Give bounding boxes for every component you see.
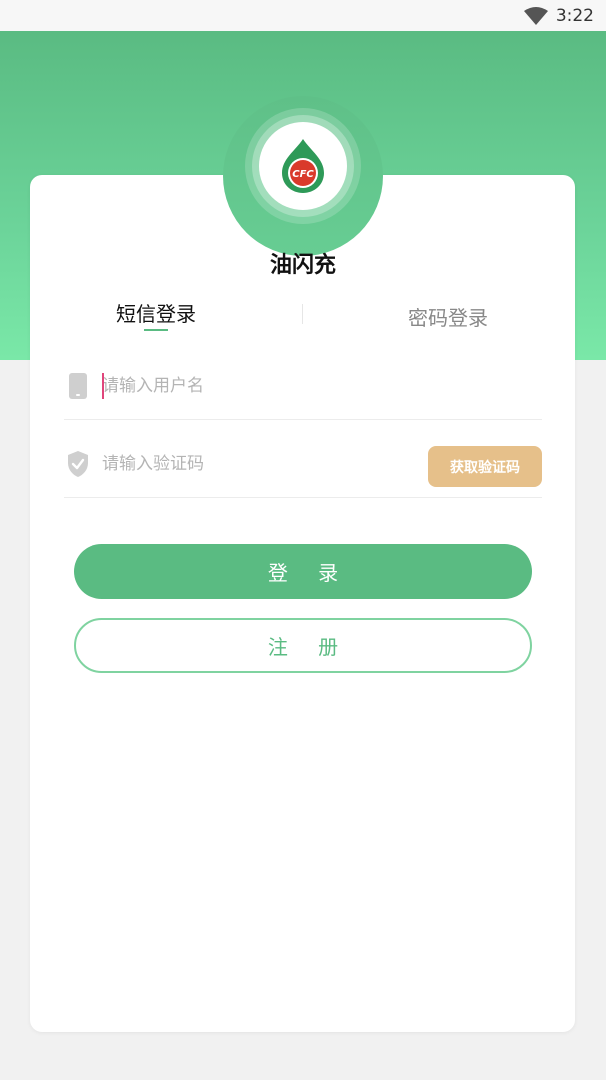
username-field (64, 360, 542, 420)
app-name: 油闪充 (269, 253, 336, 278)
status-time: 3:22 (555, 5, 594, 26)
tab-sms-login[interactable]: 短信登录 (116, 298, 196, 327)
username-input[interactable] (102, 370, 402, 402)
verification-code-input[interactable] (102, 448, 402, 480)
phone-icon (66, 372, 90, 400)
tab-password-login[interactable]: 密码登录 (408, 302, 488, 331)
register-button[interactable]: 注 册 (74, 618, 532, 673)
svg-text:CFC: CFC (292, 169, 314, 180)
wifi-icon (523, 6, 548, 25)
status-bar: 3:22 (0, 0, 606, 31)
text-cursor (102, 373, 104, 399)
login-button[interactable]: 登 录 (74, 544, 532, 599)
app-logo: CFC (259, 122, 347, 210)
app-logo-icon: CFC (282, 139, 324, 193)
login-screen: 3:22 CFC 油闪充 短信登录 密码登录 请输入用户名 请输入验证码 获取验… (0, 0, 606, 1080)
tab-divider (302, 304, 303, 324)
get-code-button[interactable]: 获取验证码 (428, 446, 542, 487)
shield-check-icon (66, 450, 90, 478)
tab-active-indicator (144, 329, 168, 331)
